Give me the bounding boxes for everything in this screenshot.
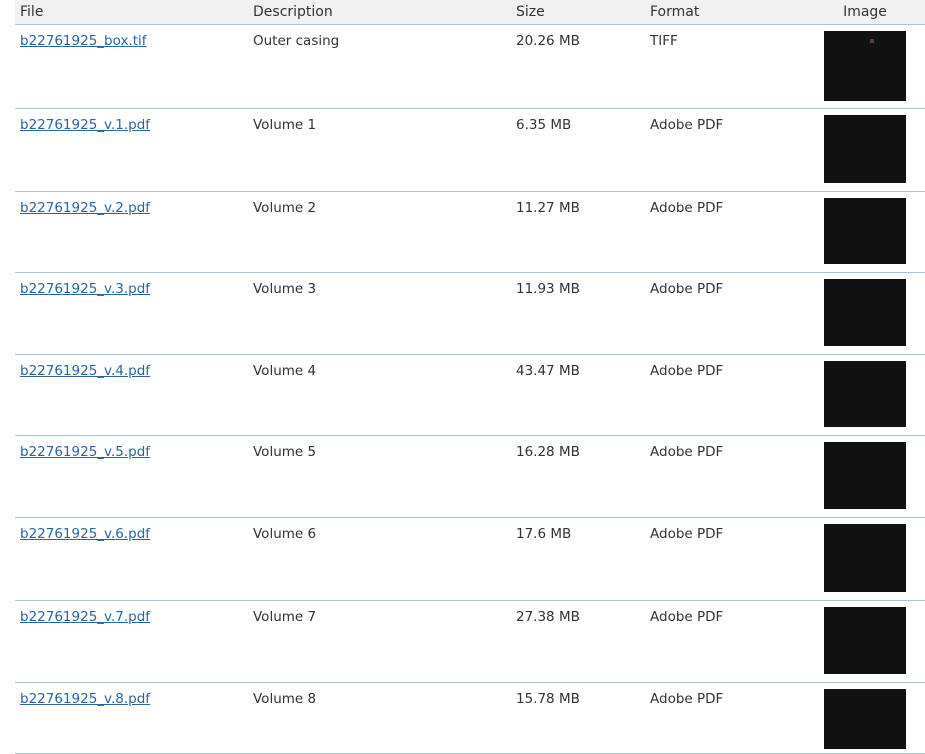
description-cell: Volume 4 (248, 354, 511, 436)
thumbnail-image[interactable] (824, 442, 906, 509)
description-cell: Volume 1 (248, 108, 511, 192)
header-file[interactable]: File (15, 0, 248, 25)
table-row: b22761925_v.3.pdf Volume 3 11.93 MB Adob… (15, 272, 925, 355)
file-cell: b22761925_v.5.pdf (15, 435, 248, 518)
size-cell: 15.78 MB (511, 682, 645, 754)
size-cell: 43.47 MB (511, 354, 645, 436)
image-cell (805, 24, 925, 109)
size-cell: 27.38 MB (511, 600, 645, 683)
table-row: b22761925_v.8.pdf Volume 8 15.78 MB Adob… (15, 682, 925, 754)
description-cell: Volume 3 (248, 272, 511, 355)
format-cell: Adobe PDF (645, 435, 805, 518)
description-cell: Volume 8 (248, 682, 511, 754)
image-cell (805, 108, 925, 192)
header-description[interactable]: Description (248, 0, 511, 25)
header-size[interactable]: Size (511, 0, 645, 25)
file-link[interactable]: b22761925_v.2.pdf (20, 200, 150, 216)
format-cell: Adobe PDF (645, 108, 805, 192)
thumbnail-image[interactable] (824, 524, 906, 592)
size-cell: 6.35 MB (511, 108, 645, 192)
file-link[interactable]: b22761925_v.1.pdf (20, 117, 150, 133)
size-cell: 20.26 MB (511, 24, 645, 109)
thumbnail-image[interactable] (824, 198, 906, 264)
file-link[interactable]: b22761925_v.4.pdf (20, 363, 150, 379)
file-cell: b22761925_v.1.pdf (15, 108, 248, 192)
size-cell: 16.28 MB (511, 435, 645, 518)
image-cell (805, 272, 925, 355)
format-cell: Adobe PDF (645, 600, 805, 683)
files-table: File Description Size Format Image b2276… (15, 0, 925, 754)
file-link[interactable]: b22761925_v.7.pdf (20, 609, 150, 625)
table-row: b22761925_v.4.pdf Volume 4 43.47 MB Adob… (15, 354, 925, 436)
file-cell: b22761925_box.tif (15, 24, 248, 109)
description-cell: Volume 2 (248, 191, 511, 273)
thumbnail-image[interactable] (824, 279, 906, 346)
file-link[interactable]: b22761925_v.3.pdf (20, 281, 150, 297)
format-cell: Adobe PDF (645, 354, 805, 436)
format-cell: Adobe PDF (645, 517, 805, 601)
header-format[interactable]: Format (645, 0, 805, 25)
table-row: b22761925_v.6.pdf Volume 6 17.6 MB Adobe… (15, 517, 925, 601)
size-cell: 17.6 MB (511, 517, 645, 601)
image-cell (805, 435, 925, 518)
description-cell: Volume 5 (248, 435, 511, 518)
description-cell: Volume 6 (248, 517, 511, 601)
description-cell: Outer casing (248, 24, 511, 109)
format-cell: Adobe PDF (645, 272, 805, 355)
thumbnail-image[interactable] (824, 115, 906, 183)
table-row: b22761925_v.7.pdf Volume 7 27.38 MB Adob… (15, 600, 925, 683)
image-cell (805, 682, 925, 754)
format-cell: Adobe PDF (645, 191, 805, 273)
image-cell (805, 191, 925, 273)
file-cell: b22761925_v.7.pdf (15, 600, 248, 683)
description-cell: Volume 7 (248, 600, 511, 683)
size-cell: 11.27 MB (511, 191, 645, 273)
thumbnail-image[interactable] (824, 361, 906, 427)
file-cell: b22761925_v.3.pdf (15, 272, 248, 355)
thumbnail-image[interactable] (824, 689, 906, 749)
format-cell: TIFF (645, 24, 805, 109)
file-link[interactable]: b22761925_v.5.pdf (20, 444, 150, 460)
table-row: b22761925_v.5.pdf Volume 5 16.28 MB Adob… (15, 435, 925, 518)
format-cell: Adobe PDF (645, 682, 805, 754)
image-cell (805, 600, 925, 683)
file-cell: b22761925_v.4.pdf (15, 354, 248, 436)
file-link[interactable]: b22761925_v.8.pdf (20, 691, 150, 707)
header-image: Image (805, 0, 925, 25)
thumbnail-image[interactable] (824, 31, 906, 101)
table-row: b22761925_v.2.pdf Volume 2 11.27 MB Adob… (15, 191, 925, 273)
thumbnail-image[interactable] (824, 607, 906, 674)
table-header-row: File Description Size Format Image (15, 0, 925, 25)
file-cell: b22761925_v.6.pdf (15, 517, 248, 601)
file-link[interactable]: b22761925_box.tif (20, 33, 147, 49)
file-link[interactable]: b22761925_v.6.pdf (20, 526, 150, 542)
file-cell: b22761925_v.2.pdf (15, 191, 248, 273)
file-cell: b22761925_v.8.pdf (15, 682, 248, 754)
table-row: b22761925_v.1.pdf Volume 1 6.35 MB Adobe… (15, 108, 925, 192)
image-cell (805, 354, 925, 436)
table-row: b22761925_box.tif Outer casing 20.26 MB … (15, 24, 925, 109)
size-cell: 11.93 MB (511, 272, 645, 355)
image-cell (805, 517, 925, 601)
